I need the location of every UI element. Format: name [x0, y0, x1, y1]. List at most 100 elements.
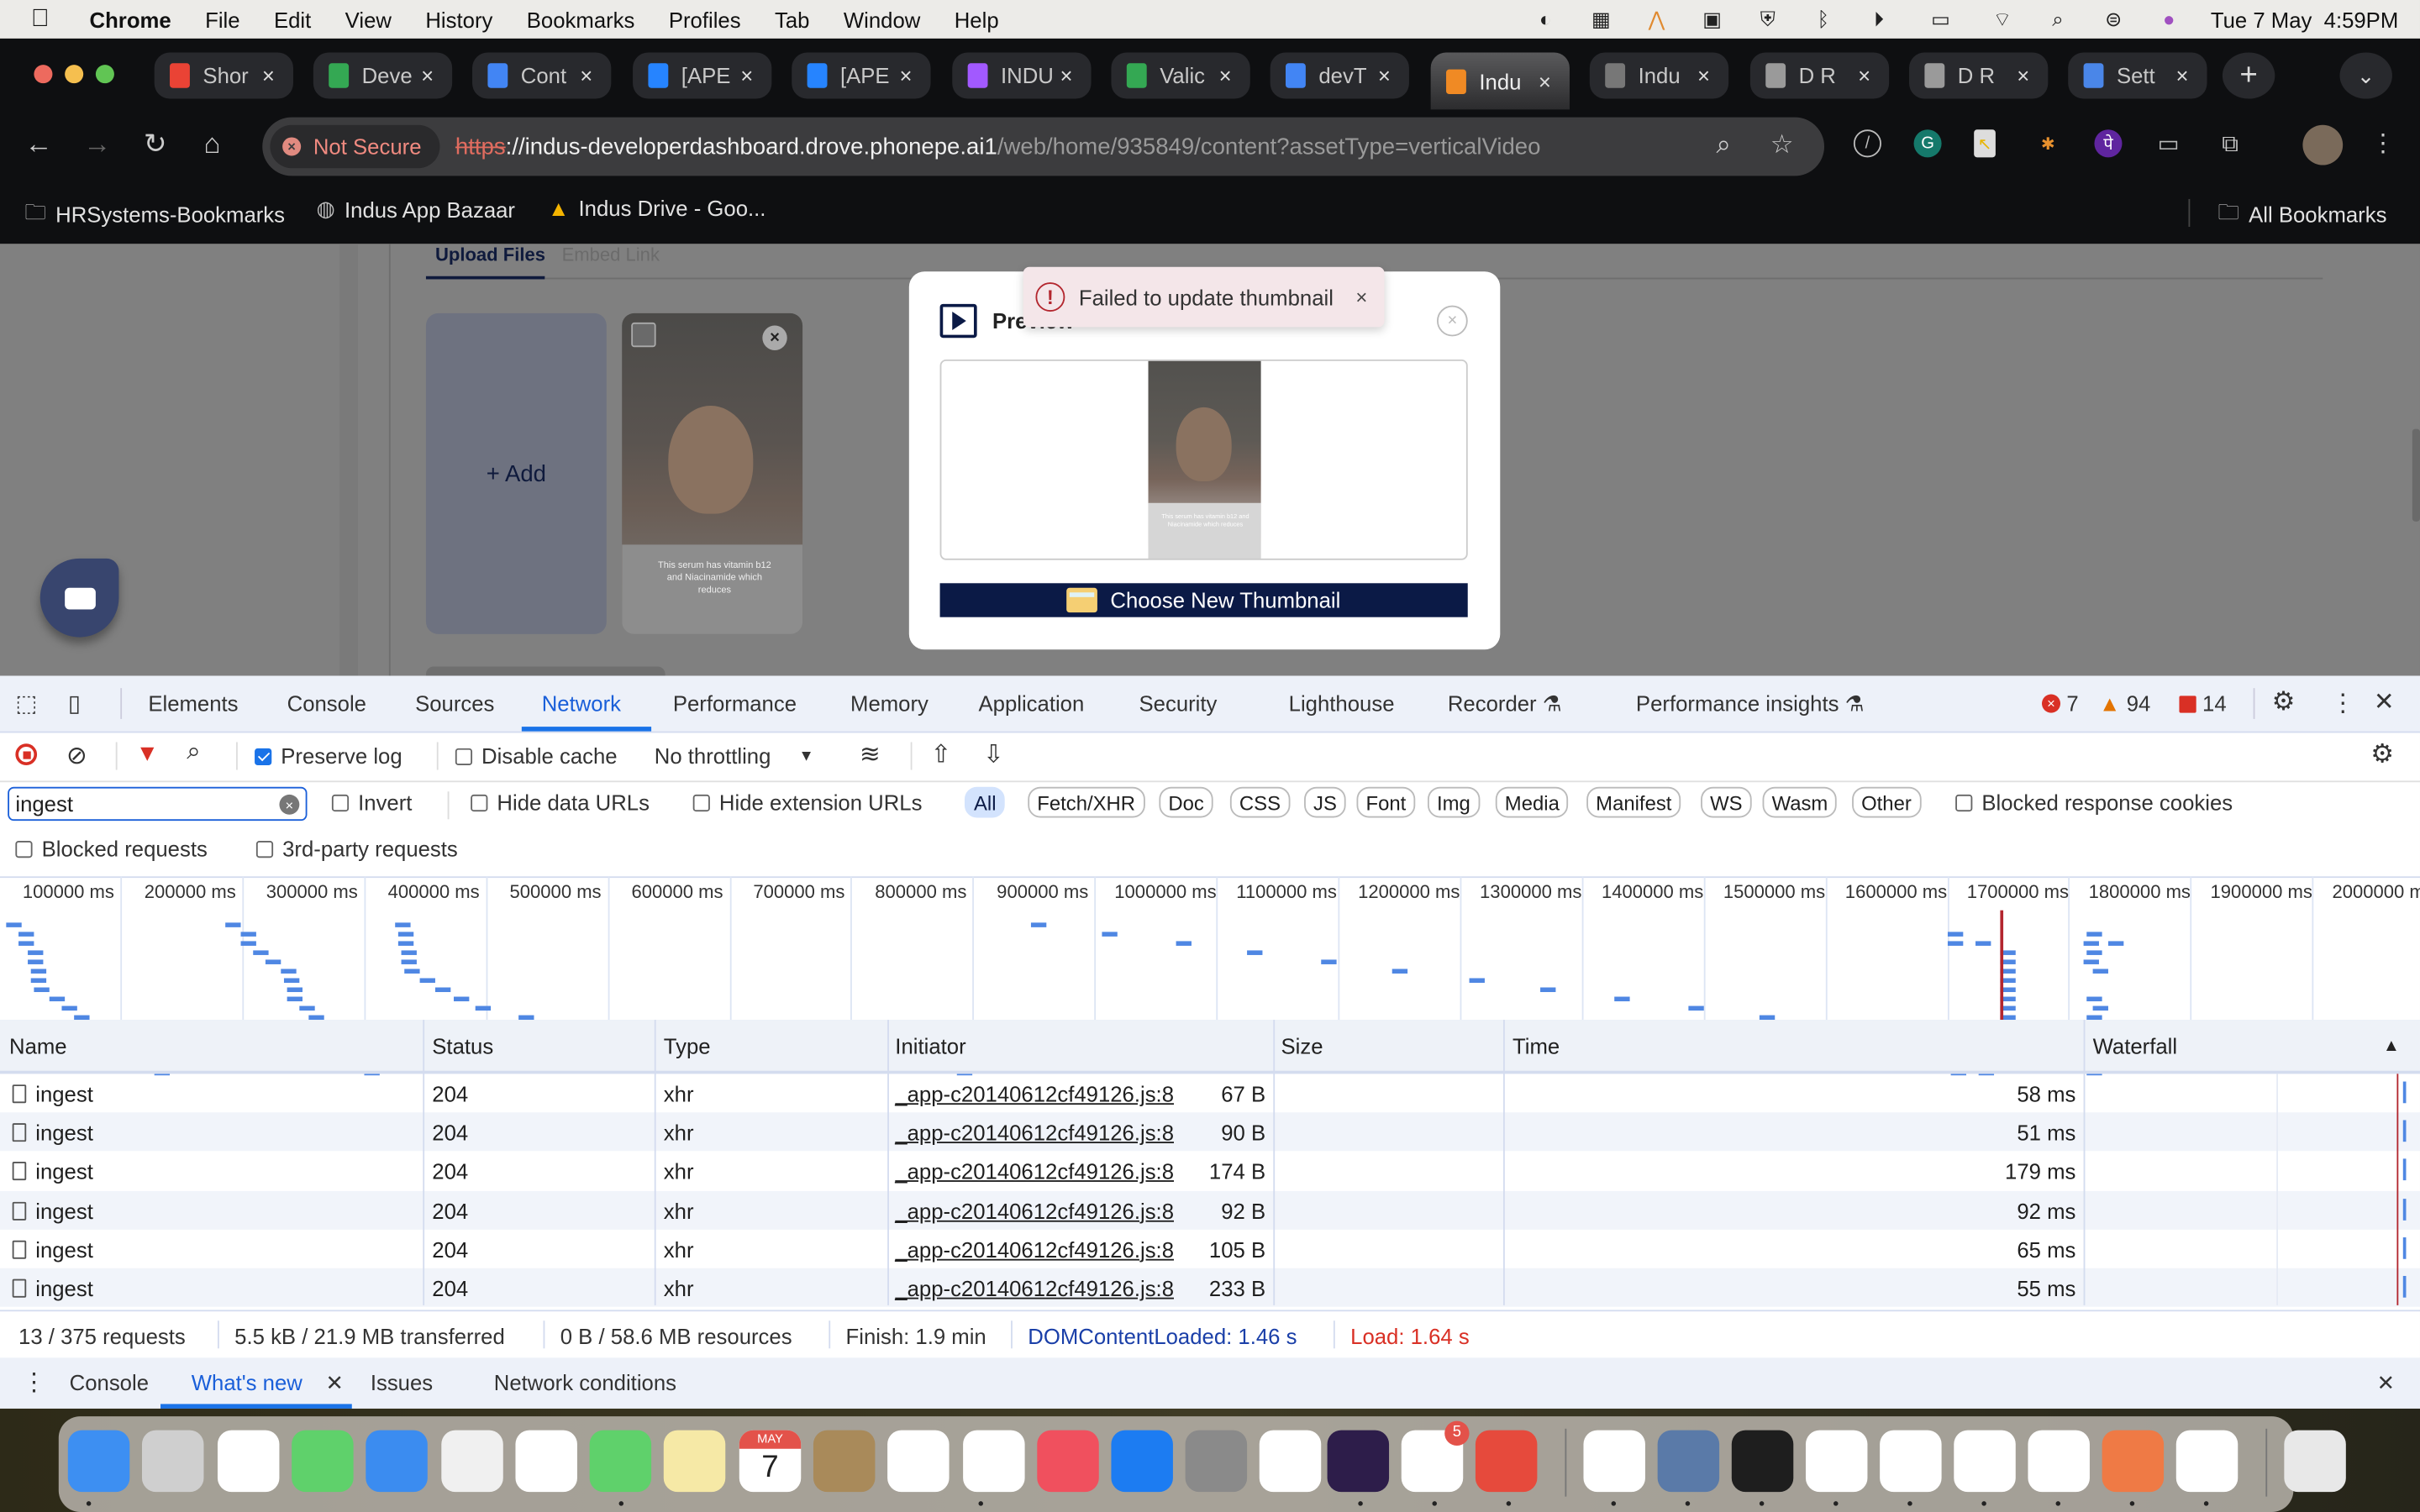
cell-initiator[interactable]: _app-c20140612cf49126.js:8 [895, 1121, 1174, 1145]
dock-app-android-studio[interactable] [1805, 1430, 1868, 1493]
cell-initiator[interactable]: _app-c20140612cf49126.js:8 [895, 1198, 1174, 1222]
tab-close-icon[interactable]: × [262, 63, 275, 87]
table-row[interactable]: ingest 204 xhr _app-c20140612cf49126.js:8 10… [0, 1230, 2420, 1268]
spotlight-search-icon[interactable]: ⌕ [2044, 7, 2071, 31]
dock-app-anydesk[interactable] [1475, 1430, 1538, 1493]
dock-app-launchpad[interactable] [141, 1430, 204, 1493]
cell-initiator[interactable]: _app-c20140612cf49126.js:8 [895, 1237, 1174, 1262]
table-row[interactable]: ingest 204 xhr _app-c20140612cf49126.js:8 90… [0, 1112, 2420, 1152]
blocked-response-cookies-checkbox[interactable]: Blocked response cookies [1955, 790, 2233, 815]
column-waterfall[interactable]: Waterfall [2093, 1034, 2178, 1058]
window-close-button[interactable] [34, 65, 53, 84]
column-initiator[interactable]: Initiator [895, 1034, 965, 1058]
network-settings-icon[interactable]: ⚙ [2370, 739, 2394, 770]
issues-counter[interactable]: 14 [2179, 691, 2227, 716]
blocked-requests-checkbox[interactable]: Blocked requests [15, 837, 208, 861]
network-conditions-icon[interactable]: ≋ [860, 739, 881, 770]
third-party-requests-checkbox[interactable]: 3rd-party requests [255, 837, 458, 861]
menubar-clock[interactable]: Tue 7 May 4:59PM [2211, 7, 2398, 31]
tab-close-icon[interactable]: × [1697, 63, 1710, 87]
tab-close-icon[interactable]: × [1378, 63, 1391, 87]
browser-tab[interactable]: devT × [1270, 52, 1409, 99]
drawer-tab-whats-new[interactable]: What's new [192, 1370, 302, 1394]
tab-close-icon[interactable]: × [1858, 63, 1870, 87]
mobile-simulator-extension-icon[interactable]: ↖ [1974, 129, 1996, 158]
dock-app-facetime[interactable] [589, 1430, 652, 1493]
apple-menu-icon[interactable]:  [31, 5, 59, 33]
errors-counter[interactable]: × 7 [2041, 691, 2079, 716]
filter-type-doc[interactable]: Doc [1159, 786, 1213, 818]
dock-app-intellij-idea[interactable] [1327, 1430, 1390, 1493]
dock-app-maps[interactable] [441, 1430, 503, 1493]
browser-tab[interactable]: INDU × [952, 52, 1092, 99]
wifi-icon[interactable]: ⌔ [1988, 7, 2016, 31]
menu-history[interactable]: History [425, 7, 492, 31]
cast-device-icon[interactable]: ▭ [2154, 129, 2182, 157]
filter-type-other[interactable]: Other [1852, 786, 1921, 818]
menu-file[interactable]: File [205, 7, 239, 31]
clear-filter-icon[interactable]: × [279, 794, 300, 815]
chart-app-icon[interactable]: ⋀ [1643, 7, 1670, 31]
devtools-tab-console[interactable]: Console [287, 691, 366, 716]
close-drawer-icon[interactable]: ✕ [2377, 1370, 2396, 1396]
preserve-log-checkbox[interactable]: Preserve log [255, 743, 402, 769]
dock-app-proxyman[interactable] [1657, 1430, 1720, 1493]
dock-app-music[interactable] [1037, 1430, 1099, 1493]
browser-tab[interactable]: D R × [1749, 52, 1890, 99]
devtools-settings-icon[interactable]: ⚙ [2272, 686, 2296, 717]
record-button[interactable] [15, 743, 38, 766]
new-tab-button[interactable]: + [2222, 52, 2275, 99]
home-button[interactable]: ⌂ [203, 128, 220, 160]
remove-video-icon[interactable]: × [762, 325, 787, 350]
browser-tab[interactable]: [APE × [633, 52, 772, 99]
dock-app-mail[interactable] [366, 1430, 428, 1493]
all-bookmarks-button[interactable]: 🗀 All Bookmarks [2217, 196, 2386, 233]
column-name[interactable]: Name [9, 1034, 67, 1058]
address-bar[interactable]: × Not Secure https://indus-developerdash… [262, 117, 1825, 176]
throttling-select[interactable]: No throttling ▼ [655, 743, 814, 768]
siri-icon[interactable]: ● [2155, 7, 2183, 31]
filter-type-font[interactable]: Font [1356, 786, 1416, 818]
filter-type-fetchxhr[interactable]: Fetch/XHR [1028, 786, 1145, 818]
tab-close-icon[interactable]: × [899, 63, 912, 87]
dock-app-finder[interactable] [67, 1430, 130, 1493]
cell-initiator[interactable]: _app-c20140612cf49126.js:8 [895, 1159, 1174, 1184]
export-har-icon[interactable]: ⇩ [983, 739, 1004, 770]
dock-app-system-settings[interactable] [1185, 1430, 1248, 1493]
tab-close-icon[interactable]: × [1219, 63, 1232, 87]
tab-upload-files[interactable]: Upload Files [435, 244, 545, 265]
dock-app-excel[interactable] [1583, 1430, 1645, 1493]
tab-close-icon[interactable]: × [2017, 63, 2029, 87]
warnings-counter[interactable]: ▲ 94 [2099, 691, 2150, 716]
menu-bookmarks[interactable]: Bookmarks [527, 7, 635, 31]
stack-icon[interactable]: ▦ [1587, 7, 1615, 31]
devtools-tab-lighthouse[interactable]: Lighthouse [1289, 691, 1395, 716]
hide-extension-urls-checkbox[interactable]: Hide extension URLs [692, 790, 922, 815]
url-text[interactable]: https://indus-developerdashboard.drove.p… [455, 134, 1541, 160]
beats-icon[interactable]: ◐ [1532, 7, 1560, 31]
reload-button[interactable]: ↻ [144, 128, 167, 160]
choose-new-thumbnail-button[interactable]: Choose New Thumbnail [939, 583, 1468, 617]
invert-checkbox[interactable]: Invert [331, 790, 412, 815]
tab-search-button[interactable]: ⌄ [2339, 52, 2392, 99]
phonepe-extension-icon[interactable]: पे [2094, 129, 2123, 158]
bug-extension-icon[interactable]: ✱ [2034, 129, 2062, 157]
chat-support-button[interactable] [39, 558, 119, 638]
menu-profiles[interactable]: Profiles [669, 7, 741, 31]
profile-avatar[interactable] [2302, 124, 2344, 165]
tab-close-icon[interactable]: × [2175, 63, 2188, 87]
network-overview-timeline[interactable]: 100000 ms 200000 ms 300000 ms 400000 ms 5000… [0, 876, 2420, 1076]
inspect-element-icon[interactable]: ⬚ [15, 690, 37, 717]
dock-app-vs-code-insiders[interactable] [1954, 1430, 2016, 1493]
menu-window[interactable]: Window [844, 7, 920, 31]
zoom-search-icon[interactable]: ⌕ [1716, 129, 1731, 160]
chrome-menu-icon[interactable]: ⋮ [2369, 129, 2396, 157]
dock-app-app-store[interactable] [1111, 1430, 1173, 1493]
add-media-button[interactable]: + Add [425, 312, 607, 634]
tab-embed-link[interactable]: Embed Link [562, 244, 660, 265]
vpn-shield-icon[interactable]: ⛨ [1754, 7, 1781, 31]
devtools-close-icon[interactable]: ✕ [2374, 686, 2395, 717]
tab-close-icon[interactable]: × [740, 63, 753, 87]
tab-close-icon[interactable]: × [421, 63, 434, 87]
column-size[interactable]: Size [1281, 1034, 1323, 1058]
